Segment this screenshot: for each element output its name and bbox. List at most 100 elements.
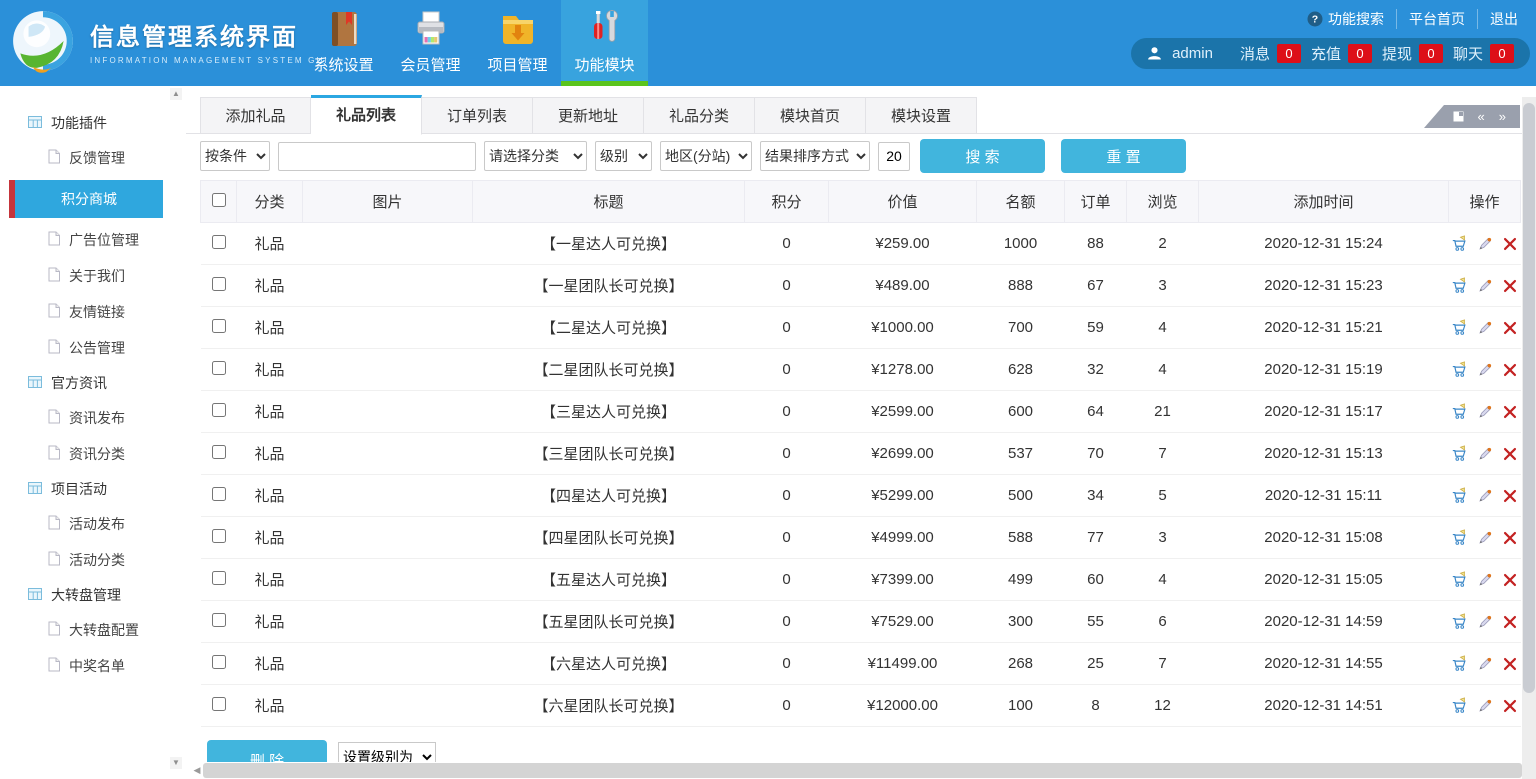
- quick-link-退出[interactable]: 退出: [1477, 9, 1530, 29]
- sidebar-item-大转盘配置[interactable]: 大转盘配置: [0, 612, 186, 648]
- delete-icon[interactable]: [1501, 403, 1519, 421]
- orders-cell[interactable]: 70: [1065, 433, 1127, 475]
- row-checkbox[interactable]: [212, 697, 226, 711]
- delete-icon[interactable]: [1501, 235, 1519, 253]
- orders-cell[interactable]: 55: [1065, 601, 1127, 643]
- orders-cell[interactable]: 67: [1065, 265, 1127, 307]
- cart-icon[interactable]: [1451, 697, 1469, 715]
- quick-link-平台首页[interactable]: 平台首页: [1396, 9, 1477, 29]
- cart-icon[interactable]: [1451, 487, 1469, 505]
- title-cell[interactable]: 【一星团队长可兑换】: [473, 265, 745, 307]
- edit-icon[interactable]: [1476, 571, 1494, 589]
- delete-icon[interactable]: [1501, 319, 1519, 337]
- scroll-up-arrow[interactable]: ▲: [170, 88, 182, 100]
- sidebar-item-中奖名单[interactable]: 中奖名单: [0, 648, 186, 684]
- row-checkbox[interactable]: [212, 445, 226, 459]
- user-stat-聊天[interactable]: 聊天0: [1453, 43, 1514, 64]
- delete-icon[interactable]: [1501, 277, 1519, 295]
- title-cell[interactable]: 【三星团队长可兑换】: [473, 433, 745, 475]
- edit-icon[interactable]: [1476, 529, 1494, 547]
- sidebar-scrollbar[interactable]: ▲ ▼: [170, 88, 182, 777]
- horizontal-scrollbar[interactable]: ◀: [191, 762, 1522, 779]
- edit-icon[interactable]: [1476, 235, 1494, 253]
- tab-更新地址[interactable]: 更新地址: [533, 97, 644, 134]
- orders-cell[interactable]: 64: [1065, 391, 1127, 433]
- title-cell[interactable]: 【二星团队长可兑换】: [473, 349, 745, 391]
- nav-item-系统设置[interactable]: 系统设置: [300, 0, 387, 86]
- collapse-left-icon[interactable]: «: [1478, 110, 1485, 123]
- row-checkbox[interactable]: [212, 655, 226, 669]
- sidebar-item-资讯分类[interactable]: 资讯分类: [0, 436, 186, 472]
- orders-cell[interactable]: 34: [1065, 475, 1127, 517]
- user-stat-消息[interactable]: 消息0: [1240, 43, 1301, 64]
- title-cell[interactable]: 【六星团队长可兑换】: [473, 685, 745, 727]
- select-all-checkbox[interactable]: [212, 193, 226, 207]
- cart-icon[interactable]: [1451, 529, 1469, 547]
- cart-icon[interactable]: [1451, 445, 1469, 463]
- orders-cell[interactable]: 8: [1065, 685, 1127, 727]
- orders-cell[interactable]: 59: [1065, 307, 1127, 349]
- sidebar-item-资讯发布[interactable]: 资讯发布: [0, 400, 186, 436]
- edit-icon[interactable]: [1476, 319, 1494, 337]
- sidebar-item-公告管理[interactable]: 公告管理: [0, 330, 186, 366]
- tab-添加礼品[interactable]: 添加礼品: [200, 97, 311, 134]
- tab-礼品分类[interactable]: 礼品分类: [644, 97, 755, 134]
- delete-icon[interactable]: [1501, 613, 1519, 631]
- row-checkbox[interactable]: [212, 361, 226, 375]
- cart-icon[interactable]: [1451, 319, 1469, 337]
- region-select[interactable]: 地区(分站): [660, 141, 752, 171]
- edit-icon[interactable]: [1476, 697, 1494, 715]
- sidebar-item-关于我们[interactable]: 关于我们: [0, 258, 186, 294]
- search-button[interactable]: 搜 索: [920, 139, 1045, 173]
- collapse-right-icon[interactable]: »: [1499, 110, 1506, 123]
- nav-item-会员管理[interactable]: 会员管理: [387, 0, 474, 86]
- title-cell[interactable]: 【四星团队长可兑换】: [473, 517, 745, 559]
- cart-icon[interactable]: [1451, 235, 1469, 253]
- cart-icon[interactable]: [1451, 361, 1469, 379]
- orders-cell[interactable]: 60: [1065, 559, 1127, 601]
- quick-link-功能搜索[interactable]: ?功能搜索: [1295, 9, 1396, 29]
- edit-icon[interactable]: [1476, 487, 1494, 505]
- title-cell[interactable]: 【二星达人可兑换】: [473, 307, 745, 349]
- edit-icon[interactable]: [1476, 403, 1494, 421]
- delete-icon[interactable]: [1501, 487, 1519, 505]
- category-select[interactable]: 请选择分类: [484, 141, 587, 171]
- nav-item-项目管理[interactable]: 项目管理: [474, 0, 561, 86]
- sidebar-item-反馈管理[interactable]: 反馈管理: [0, 140, 186, 176]
- row-checkbox[interactable]: [212, 277, 226, 291]
- edit-icon[interactable]: [1476, 655, 1494, 673]
- horizontal-scroll-thumb[interactable]: [203, 763, 1522, 778]
- keyword-input[interactable]: [278, 142, 476, 171]
- condition-select[interactable]: 按条件: [200, 141, 270, 171]
- edit-icon[interactable]: [1476, 613, 1494, 631]
- sidebar-item-活动分类[interactable]: 活动分类: [0, 542, 186, 578]
- title-cell[interactable]: 【四星达人可兑换】: [473, 475, 745, 517]
- orders-cell[interactable]: 32: [1065, 349, 1127, 391]
- orders-cell[interactable]: 88: [1065, 223, 1127, 265]
- vertical-scrollbar[interactable]: [1522, 97, 1536, 779]
- sidebar-group-项目活动[interactable]: 项目活动: [0, 472, 186, 506]
- sidebar-item-广告位管理[interactable]: 广告位管理: [0, 222, 186, 258]
- sort-select[interactable]: 结果排序方式: [760, 141, 870, 171]
- scroll-left-arrow[interactable]: ◀: [191, 765, 203, 776]
- cart-icon[interactable]: [1451, 655, 1469, 673]
- panel-icon[interactable]: [1453, 111, 1464, 122]
- sidebar-group-大转盘管理[interactable]: 大转盘管理: [0, 578, 186, 612]
- sidebar-item-活动发布[interactable]: 活动发布: [0, 506, 186, 542]
- orders-cell[interactable]: 25: [1065, 643, 1127, 685]
- page-size-input[interactable]: [878, 142, 910, 171]
- orders-cell[interactable]: 77: [1065, 517, 1127, 559]
- delete-icon[interactable]: [1501, 697, 1519, 715]
- title-cell[interactable]: 【五星团队长可兑换】: [473, 601, 745, 643]
- cart-icon[interactable]: [1451, 571, 1469, 589]
- title-cell[interactable]: 【六星达人可兑换】: [473, 643, 745, 685]
- tab-订单列表[interactable]: 订单列表: [422, 97, 533, 134]
- edit-icon[interactable]: [1476, 277, 1494, 295]
- row-checkbox[interactable]: [212, 403, 226, 417]
- scroll-down-arrow[interactable]: ▼: [170, 757, 182, 769]
- vertical-scroll-thumb[interactable]: [1523, 103, 1535, 693]
- row-checkbox[interactable]: [212, 613, 226, 627]
- user-stat-提现[interactable]: 提现0: [1382, 43, 1443, 64]
- title-cell[interactable]: 【五星达人可兑换】: [473, 559, 745, 601]
- row-checkbox[interactable]: [212, 529, 226, 543]
